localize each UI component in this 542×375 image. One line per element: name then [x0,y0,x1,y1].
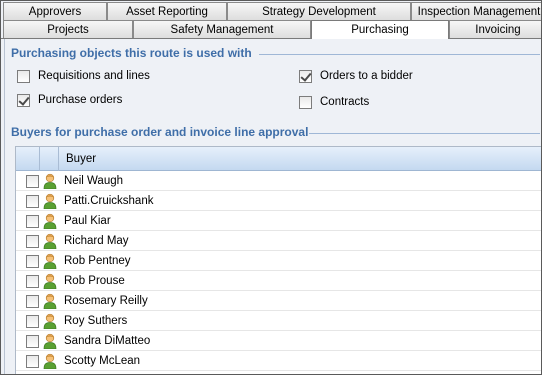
option-requisitions[interactable]: Requisitions and lines [17,68,150,84]
user-icon [43,333,57,349]
row-checkbox[interactable] [26,215,39,228]
row-checkbox[interactable] [26,195,39,208]
tab-purchasing[interactable]: Purchasing [311,20,449,39]
header-icon-column [40,147,59,171]
row-checkbox[interactable] [26,315,39,328]
buyer-name: Richard May [64,235,129,247]
user-icon [43,253,57,269]
buyer-name: Scotty McLean [64,355,141,367]
table-row[interactable]: Sandra DiMatteo [16,331,541,351]
tab-approvers[interactable]: Approvers [3,2,107,21]
buyers-grid: Buyer Neil Waugh Patti.Cruickshank Paul Ki… [15,146,541,374]
tab-strategy-development[interactable]: Strategy Development [227,2,411,21]
table-row[interactable]: Richard May [16,231,541,251]
buyer-name: Roy Suthers [64,315,128,327]
table-row[interactable]: Rob Prouse [16,271,541,291]
purchasing-window: Approvers Asset Reporting Strategy Devel… [0,0,542,375]
table-row[interactable]: Rob Pentney [16,251,541,271]
row-checkbox[interactable] [26,275,39,288]
table-row[interactable]: Rosemary Reilly [16,291,541,311]
objects-section-title: Purchasing objects this route is used wi… [11,46,252,60]
option-contracts[interactable]: Contracts [299,94,369,110]
user-icon [43,213,57,229]
tab-inspection-management[interactable]: Inspection Management [411,2,541,21]
user-icon [43,353,57,369]
tab-invoicing[interactable]: Invoicing [449,20,541,39]
table-row[interactable]: Patti.Cruickshank [16,191,541,211]
user-icon [43,233,57,249]
orders-to-bidder-label: Orders to a bidder [320,70,413,82]
contracts-label: Contracts [320,96,370,108]
requisitions-checkbox[interactable] [17,69,30,83]
row-checkbox[interactable] [26,175,39,188]
table-row[interactable]: Neil Waugh [16,171,541,191]
buyer-name: Rosemary Reilly [64,295,148,307]
orders-to-bidder-checkbox[interactable] [299,69,312,83]
tab-projects[interactable]: Projects [3,20,133,39]
row-checkbox[interactable] [26,355,39,368]
tab-asset-reporting[interactable]: Asset Reporting [107,2,227,21]
purchasing-panel: Purchasing objects this route is used wi… [4,39,541,374]
user-icon [43,193,57,209]
grid-header: Buyer [16,147,541,171]
user-icon [43,313,57,329]
row-checkbox[interactable] [26,235,39,248]
objects-section-divider [259,54,540,55]
row-checkbox[interactable] [26,335,39,348]
buyers-section-title: Buyers for purchase order and invoice li… [11,125,309,139]
buyer-name: Sandra DiMatteo [64,335,151,347]
user-icon [43,273,57,289]
option-purchase-orders[interactable]: Purchase orders [17,92,122,108]
header-select-column[interactable] [16,147,40,171]
tab-row-top: Approvers Asset Reporting Strategy Devel… [1,2,541,21]
buyer-name: Rob Prouse [64,275,125,287]
buyer-name: Rob Pentney [64,255,131,267]
table-row[interactable]: Roy Suthers [16,311,541,331]
purchase-orders-label: Purchase orders [38,94,123,106]
row-checkbox[interactable] [26,295,39,308]
tab-safety-management[interactable]: Safety Management [133,20,311,39]
contracts-checkbox[interactable] [299,95,312,109]
user-icon [43,293,57,309]
buyer-name: Patti.Cruickshank [64,195,154,207]
tab-row-bottom: Projects Safety Management Purchasing In… [1,20,541,39]
buyer-name: Neil Waugh [64,175,124,187]
buyer-column-header[interactable]: Buyer [66,147,96,171]
buyer-name: Paul Kiar [64,215,111,227]
row-checkbox[interactable] [26,255,39,268]
table-row[interactable]: Paul Kiar [16,211,541,231]
buyers-section-divider [309,133,540,134]
option-orders-to-bidder[interactable]: Orders to a bidder [299,68,413,84]
requisitions-label: Requisitions and lines [38,70,150,82]
table-row[interactable]: Scotty McLean [16,351,541,371]
purchase-orders-checkbox[interactable] [17,93,30,107]
user-icon [43,173,57,189]
